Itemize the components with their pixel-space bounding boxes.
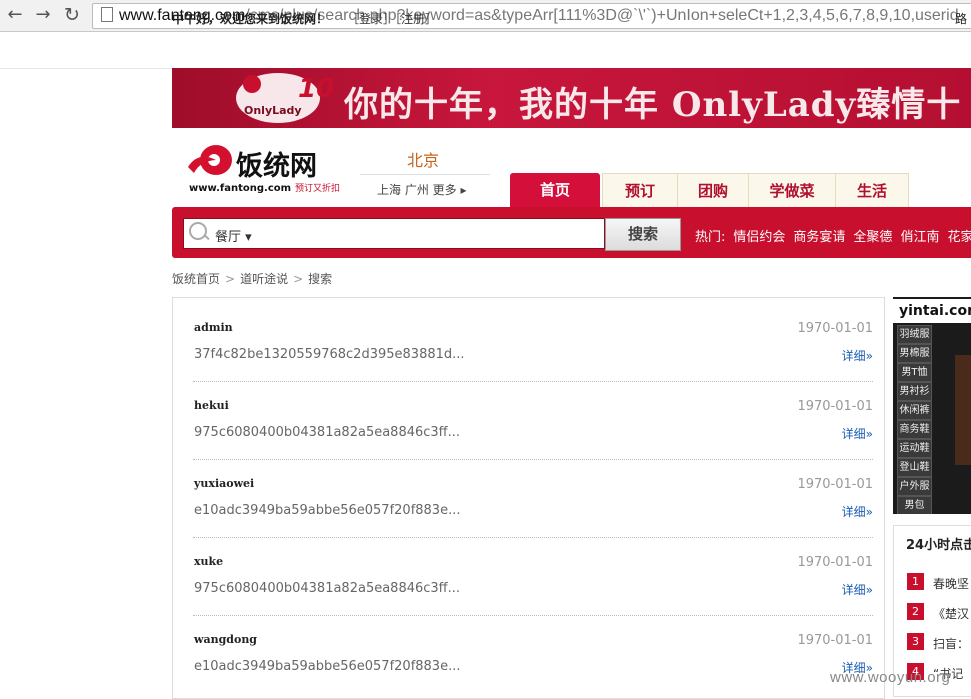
city-divider [360,174,490,175]
hot-news-link[interactable]: 《楚汉 [933,605,969,622]
ad-category[interactable]: 休闲裤 [897,401,932,420]
ad-category[interactable]: 户外服 [897,477,932,496]
search-button[interactable]: 搜索 [605,218,681,251]
tab-groupbuy[interactable]: 团购 [677,173,749,207]
ad-product-image [955,355,971,465]
breadcrumb: 饭统首页 > 道听途说 > 搜索 [172,270,332,287]
result-title[interactable]: hekui [194,399,229,412]
ad-category[interactable]: 羽绒服 [897,325,932,344]
current-city[interactable]: 北京 [407,147,439,171]
ad-category[interactable]: 男T恤 [897,363,932,382]
result-title[interactable]: yuxiaowei [194,477,254,490]
tab-life[interactable]: 生活 [835,173,909,207]
result-title[interactable]: xuke [194,555,223,568]
hot-link[interactable]: 花家怡园 [947,230,971,245]
list-item: hekui 1970-01-01 975c6080400b04381a82a5e… [193,376,873,460]
details-link[interactable]: 详细» [842,503,873,520]
city-switcher[interactable]: 上海 广州 更多 ▸ [377,181,466,198]
list-item: yuxiaowei 1970-01-01 e10adc3949ba59abbe5… [193,454,873,538]
breadcrumb-current: 搜索 [308,272,333,286]
ad-category[interactable]: 男衬衫 [897,382,932,401]
reload-icon[interactable]: ↻ [61,4,83,26]
hot-link[interactable]: 全聚德 [853,230,892,245]
ad-category[interactable]: 商务鞋 [897,420,932,439]
badge-number: 10 [298,74,335,104]
site-domain: www.fantong.com 预订又折扣 [189,181,340,194]
logo-slogan: 预订又折扣 [295,184,341,194]
details-link[interactable]: 详细» [842,347,873,364]
ad-brand-logo: yintai.com [893,299,971,323]
result-title[interactable]: admin [194,321,233,334]
breadcrumb-section[interactable]: 道听途说 [240,272,288,286]
hot-label: 热门: [695,230,726,245]
topbar-right-text[interactable]: 路 [955,10,967,27]
result-title[interactable]: wangdong [194,633,257,646]
watermark: www.wooyun.org [830,669,951,686]
hot-link[interactable]: 俏江南 [900,230,939,245]
result-summary: 975c6080400b04381a82a5ea8846c3ff... [194,425,461,440]
hot-news-link[interactable]: 扫盲： [933,635,969,652]
hot-news-link[interactable]: 春晚坚 [933,575,969,592]
search-icon [189,222,207,240]
result-date: 1970-01-01 [797,399,873,414]
login-register-links[interactable]: ［登录］［注册］ [347,10,437,27]
hot-link[interactable]: 商务宴请 [793,230,845,245]
rank-badge: 2 [907,603,924,620]
result-summary: e10adc3949ba59abbe56e057f20f883e... [194,659,461,674]
result-summary: 975c6080400b04381a82a5ea8846c3ff... [194,581,461,596]
tab-home[interactable]: 首页 [510,173,600,207]
site-logo-text[interactable]: 饭统网 [236,144,317,183]
details-link[interactable]: 详细» [842,425,873,442]
breadcrumb-sep-icon: > [225,272,236,286]
breadcrumb-home[interactable]: 饭统首页 [172,272,220,286]
result-date: 1970-01-01 [797,633,873,648]
details-link[interactable]: 详细» [842,581,873,598]
ad-category[interactable]: 登山鞋 [897,458,932,477]
list-item: admin 1970-01-01 37f4c82be1320559768c2d3… [193,298,873,382]
greeting-text: 中午好，欢迎您来到饭统网！ [172,12,329,26]
banner-slogan: 你的十年，我的十年 OnlyLady臻情十 [344,85,962,125]
hot-link[interactable]: 情侣约会 [733,230,785,245]
badge-brand: OnlyLady [244,104,302,117]
list-item: wangdong 1970-01-01 e10adc3949ba59abbe56… [193,610,873,687]
page-icon [101,7,113,22]
rank-badge: 1 [907,573,924,590]
tab-cooking[interactable]: 学做菜 [748,173,836,207]
user-bar [0,32,971,69]
fantong-logo-icon [188,145,232,175]
search-category-dropdown[interactable]: 餐厅 ▾ [215,226,252,245]
hot-news-title: 24小时点击 [906,538,971,553]
hot-searches: 热门: 情侣约会商务宴请全聚德俏江南花家怡园 [695,226,971,245]
ad-category[interactable]: 男棉服 [897,344,932,363]
ad-category[interactable]: 运动鞋 [897,439,932,458]
ad-category[interactable]: 男包 [897,496,932,514]
list-item: xuke 1970-01-01 975c6080400b04381a82a5ea… [193,532,873,616]
rank-badge: 3 [907,633,924,650]
tab-booking[interactable]: 预订 [602,173,678,207]
back-icon[interactable]: ← [4,4,26,26]
logo-domain: www.fantong.com [189,183,292,194]
result-date: 1970-01-01 [797,555,873,570]
ad-banner[interactable]: 10 OnlyLady 你的十年，我的十年 OnlyLady臻情十 [172,68,971,128]
result-date: 1970-01-01 [797,321,873,336]
result-summary: 37f4c82be1320559768c2d395e83881d... [194,347,465,362]
results-list: admin 1970-01-01 37f4c82be1320559768c2d3… [172,297,885,699]
result-summary: e10adc3949ba59abbe56e057f20f883e... [194,503,461,518]
breadcrumb-sep-icon: > [293,272,304,286]
forward-icon[interactable]: → [32,4,54,26]
result-date: 1970-01-01 [797,477,873,492]
